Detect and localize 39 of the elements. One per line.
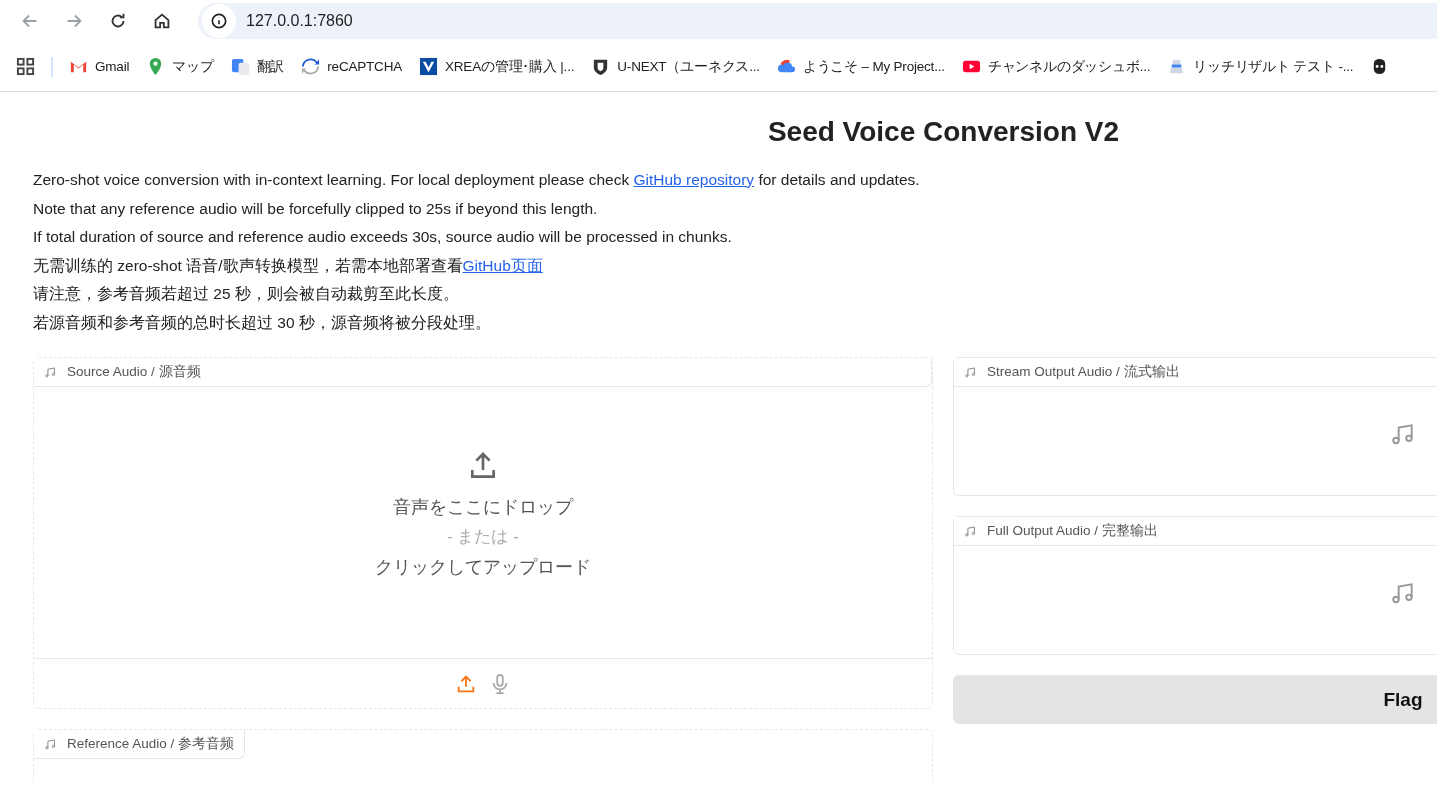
github-link[interactable]: GitHub页面	[462, 256, 543, 274]
description-text: 若源音频和参考音频的总时长超过 30 秒，源音频将被分段处理。	[33, 312, 492, 333]
upload-drop-area[interactable]: 音声をここにドロップ - または - クリックしてアップロード	[34, 387, 932, 658]
bookmark-link[interactable]: XREAの管理･購入 |...	[419, 57, 575, 76]
address-bar[interactable]: 127.0.0.1:7860	[198, 3, 1437, 39]
panel-label: Source Audio / 源音频	[34, 358, 932, 387]
translate-icon	[230, 57, 250, 76]
drop-text: 音声をここにドロップ	[393, 495, 573, 519]
description-text: 请注意，参考音频若超过 25 秒，则会被自动裁剪至此长度。	[33, 284, 460, 304]
music-note-icon	[44, 737, 57, 751]
flag-button[interactable]: Flag	[953, 675, 1437, 724]
music-note-icon	[1390, 421, 1416, 447]
click-upload-text: クリックしてアップロード	[375, 555, 591, 579]
bookmark-link[interactable]: リッチリザルト テスト -...	[1167, 57, 1354, 76]
page-title: Seed Voice Conversion V2	[766, 116, 1121, 148]
bookmark-link[interactable]: マップ	[146, 57, 214, 76]
bookmark-link[interactable]: ようこそ – My Project...	[776, 57, 945, 76]
description-text: If total duration of source and reference audio exceeds 30s, source audio will be processed in chunks.	[33, 227, 733, 247]
description-text: 无需训练的 zero-shot 语音/歌声转换模型，若需本地部署查看GitHub页面	[33, 255, 544, 276]
info-icon[interactable]	[202, 4, 236, 38]
panel-label: Stream Output Audio / 流式输出	[954, 358, 1437, 387]
apps-grid-icon[interactable]	[16, 57, 35, 76]
github-link[interactable]: GitHub repository	[633, 171, 755, 188]
music-note-icon	[44, 365, 57, 379]
or-text: - または -	[447, 525, 519, 548]
bookmark-link[interactable]: reCAPTCHA	[301, 57, 402, 76]
bookmark-link[interactable]: 翻訳	[230, 57, 285, 76]
shield-v-icon	[419, 57, 438, 76]
music-note-icon	[964, 365, 977, 379]
bookmark-link[interactable]: Gmail	[69, 57, 130, 76]
music-note-icon	[964, 524, 977, 538]
bookmark-link[interactable]: U-NEXT（ユーネクス...	[591, 57, 760, 76]
music-note-icon	[1390, 580, 1416, 606]
refresh-arrows-icon	[301, 57, 321, 76]
description-text: Zero-shot voice conversion with in-context learning. For local deployment please check GitHub repository for details and updates.	[33, 170, 921, 190]
panel-label: Reference Audio / 参考音频	[34, 730, 246, 759]
panel-label: Full Output Audio / 完整输出	[954, 517, 1437, 546]
bookmark-link[interactable]: チャンネルのダッシュボ...	[961, 57, 1151, 76]
description-text: Note that any reference audio will be forcefully clipped to 25s if beyond this length.	[33, 198, 599, 219]
